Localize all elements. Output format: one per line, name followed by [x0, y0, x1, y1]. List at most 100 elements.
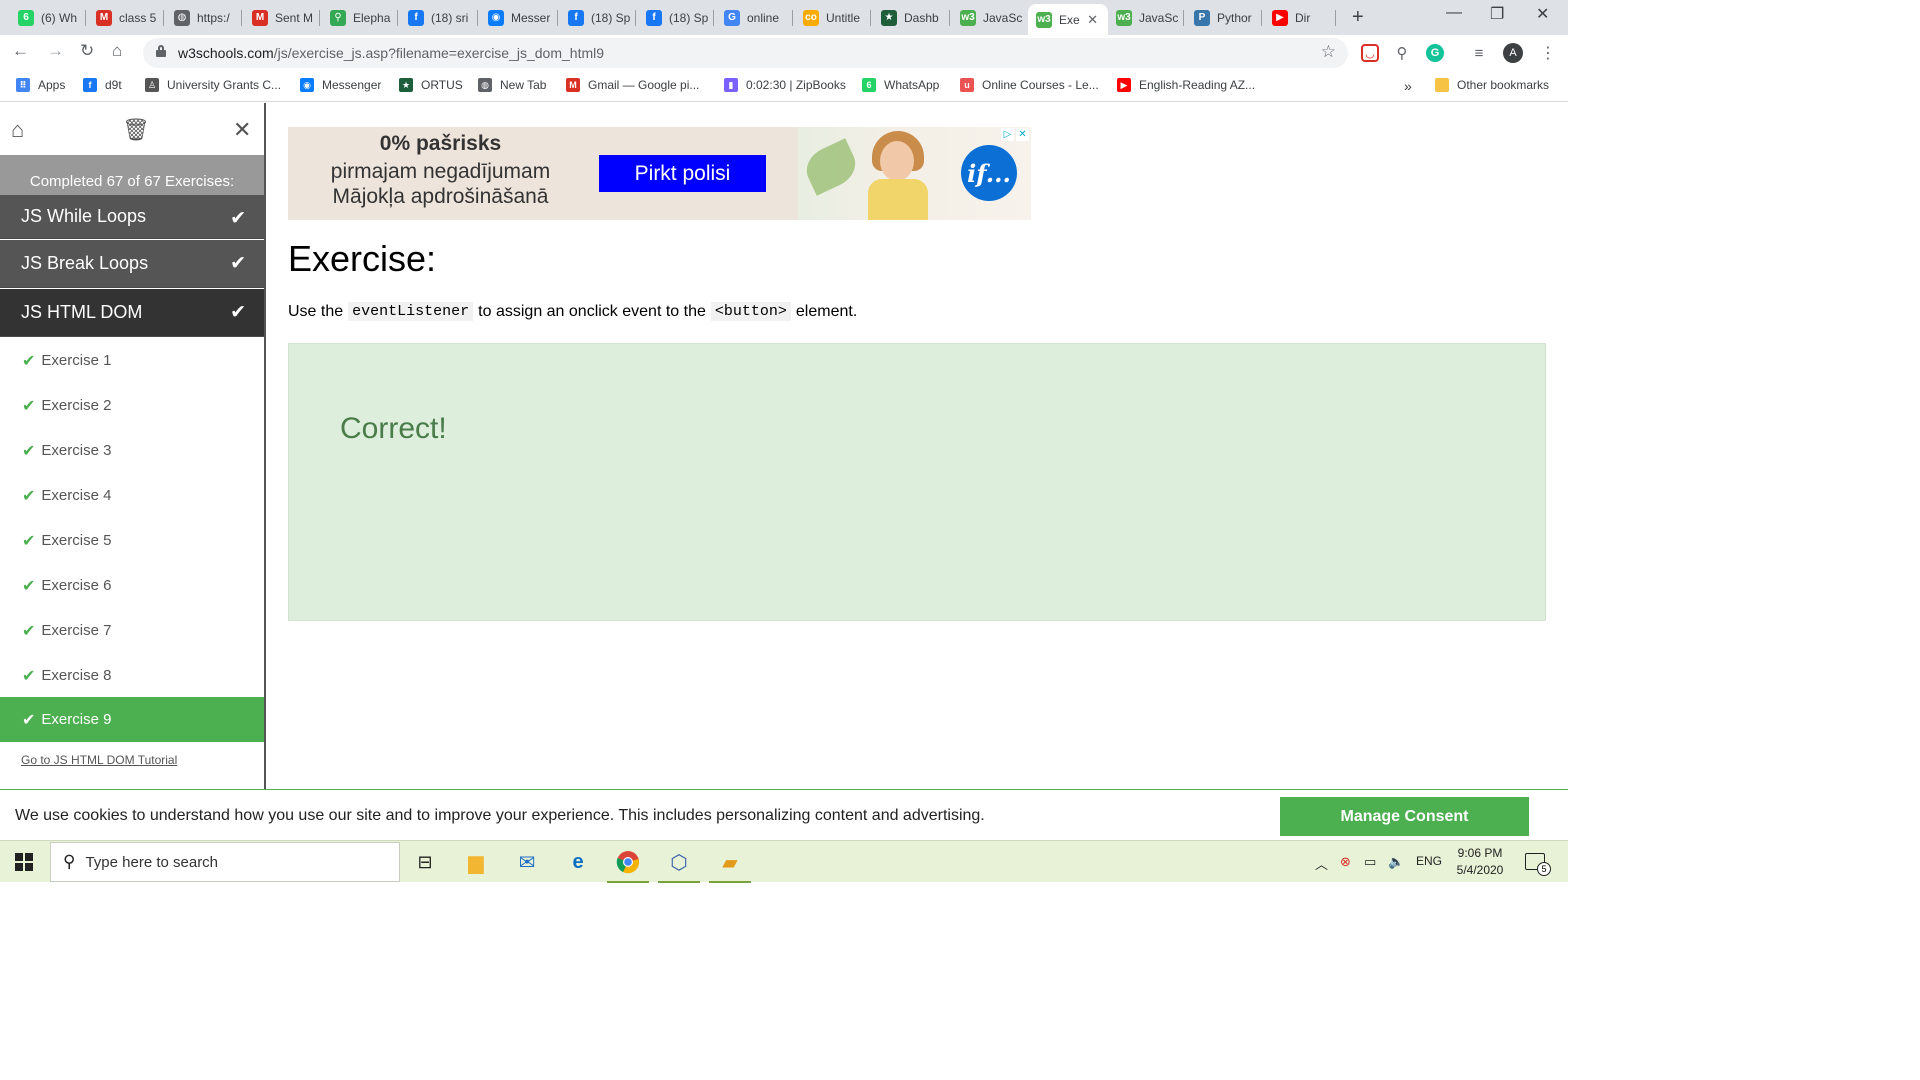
task-view-icon[interactable]: ⊟ [412, 849, 438, 875]
close-tab-icon[interactable]: ✕ [1087, 12, 1098, 28]
adchoices-icon[interactable]: ▷ [1001, 128, 1014, 141]
virtualbox-icon[interactable]: ⬡ [658, 849, 700, 883]
w3schools-icon: w3 [1116, 9, 1132, 26]
language-indicator[interactable]: ENG [1416, 854, 1442, 868]
minimize-icon[interactable]: — [1446, 4, 1462, 22]
checkmark-icon: ✔ [230, 208, 246, 229]
home-icon[interactable]: ⌂ [11, 117, 24, 143]
exercise-link-5[interactable]: ✔ Exercise 5 [0, 518, 264, 563]
action-center-icon[interactable]: 5 [1525, 853, 1551, 876]
browser-tab[interactable]: 6 (6) Wh [10, 4, 86, 31]
chrome-icon[interactable] [607, 849, 649, 883]
exercise-link-6[interactable]: ✔ Exercise 6 [0, 563, 264, 608]
tab-separator [1261, 10, 1262, 26]
bookmark-item[interactable]: ⠿ Apps [16, 78, 65, 92]
exercise-link-9[interactable]: ✔ Exercise 9 [0, 697, 264, 742]
browser-tab[interactable]: f (18) Sp [638, 4, 714, 31]
bookmark-item[interactable]: ♙ University Grants C... [145, 78, 281, 92]
back-icon[interactable]: ← [12, 41, 29, 61]
windows-start-icon[interactable] [15, 853, 33, 871]
profile-avatar[interactable]: A [1503, 43, 1523, 63]
system-clock[interactable]: 9:06 PM 5/4/2020 [1450, 845, 1510, 879]
bookmark-star-icon[interactable]: ☆ [1321, 42, 1336, 62]
browser-tab[interactable]: w3 JavaSc [1108, 4, 1184, 31]
tutorial-link[interactable]: Go to JS HTML DOM Tutorial [21, 753, 177, 767]
browser-tab[interactable]: co Untitle [795, 4, 871, 31]
lock-icon[interactable] [156, 45, 166, 57]
browser-tab[interactable]: ◉ Messer [480, 4, 558, 31]
exercise-link-4[interactable]: ✔ Exercise 4 [0, 473, 264, 518]
forward-icon[interactable]: → [47, 41, 64, 61]
bookmark-item[interactable]: ▮ 0:02:30 | ZipBooks [724, 78, 846, 92]
maps-icon: ⚲ [330, 9, 346, 26]
browser-tab[interactable]: ◍ https:/ [166, 4, 242, 31]
trash-icon[interactable]: 🗑 [122, 117, 150, 143]
bookmark-item[interactable]: ◍ New Tab [478, 78, 546, 92]
tab-label: Untitle [826, 10, 861, 25]
bookmark-item[interactable]: ▶ English-Reading AZ... [1117, 78, 1255, 92]
address-bar[interactable]: w3schools.com/js/exercise_js.asp?filenam… [143, 38, 1348, 68]
ugc-icon: ♙ [145, 78, 159, 92]
browser-tab[interactable]: M Sent M [244, 4, 320, 31]
python-icon: P [1194, 9, 1210, 26]
browser-tab[interactable]: ★ Dashb [873, 4, 950, 31]
taskbar-search[interactable]: ⚲ Type here to search [50, 842, 400, 882]
close-window-icon[interactable]: ✕ [1536, 4, 1549, 24]
bookmark-item[interactable]: u Online Courses - Le... [960, 78, 1099, 92]
browser-tab[interactable]: ⚲ Elepha [322, 4, 398, 31]
bookmark-item[interactable]: f d9t [83, 78, 122, 92]
battery-icon[interactable]: ▭ [1364, 854, 1376, 870]
bookmark-other[interactable]: Other bookmarks [1435, 78, 1549, 92]
pocket-extension-icon[interactable]: ◡ [1361, 44, 1379, 62]
browser-tab[interactable]: Gonline [716, 4, 793, 31]
grammarly-extension-icon[interactable]: G [1426, 44, 1444, 62]
close-icon[interactable]: ✕ [233, 117, 251, 143]
volume-icon[interactable]: 🔈 [1388, 854, 1404, 870]
browser-tab[interactable]: f (18) sri [400, 4, 478, 31]
messenger-icon: ◉ [300, 78, 314, 92]
bookmark-item[interactable]: 6 WhatsApp [862, 78, 939, 92]
bookmark-item[interactable]: ◉ Messenger [300, 78, 381, 92]
browser-tab[interactable]: f (18) Sp [560, 4, 636, 31]
instruction-text: Use the [288, 302, 344, 320]
sidebar-item-html-dom[interactable]: JS HTML DOM ✔ [0, 289, 264, 337]
exercise-link-8[interactable]: ✔ Exercise 8 [0, 653, 264, 698]
bookmark-label: Online Courses - Le... [982, 78, 1099, 92]
browser-tab[interactable]: P Pythor [1186, 4, 1262, 31]
advertisement-banner[interactable]: 0% pašrisks pirmajam negadījumam Mājokļa… [288, 127, 1031, 220]
bookmark-item[interactable]: ★ ORTUS [399, 78, 463, 92]
exercise-link-7[interactable]: ✔ Exercise 7 [0, 608, 264, 653]
new-tab-icon[interactable]: + [1352, 6, 1364, 29]
chrome-menu-icon[interactable]: ⋮ [1540, 43, 1556, 63]
reload-icon[interactable]: ↻ [80, 41, 94, 61]
location-extension-icon[interactable]: ⚲ [1393, 44, 1411, 62]
exercise-link-1[interactable]: ✔ Exercise 1 [0, 338, 264, 383]
close-ad-icon[interactable]: ✕ [1016, 128, 1029, 141]
facebook-icon: f [408, 9, 424, 26]
sublime-icon[interactable]: ▰ [709, 849, 751, 883]
file-explorer-icon[interactable]: ▆ [463, 849, 489, 875]
sidebar-item-while-loops[interactable]: JS While Loops ✔ [0, 195, 264, 239]
bookmark-item[interactable]: M Gmail — Google pi... [566, 78, 699, 92]
manage-consent-button[interactable]: Manage Consent [1280, 797, 1529, 836]
home-icon[interactable]: ⌂ [112, 41, 122, 61]
show-hidden-icons[interactable]: ︿ [1315, 854, 1328, 873]
more-bookmarks-icon[interactable]: » [1404, 78, 1412, 94]
sidebar-item-break-loops[interactable]: JS Break Loops ✔ [0, 240, 264, 288]
url-text[interactable]: w3schools.com/js/exercise_js.asp?filenam… [178, 45, 604, 61]
ad-choices[interactable]: ▷ ✕ [1001, 128, 1029, 141]
edge-icon[interactable]: e [565, 849, 591, 875]
check-icon: ✔ [22, 352, 36, 370]
browser-tab[interactable]: w3 JavaSc [952, 4, 1028, 31]
browser-tab[interactable]: Mclass 5 [88, 4, 164, 31]
mail-icon[interactable]: ✉ [514, 849, 540, 875]
ad-cta-button[interactable]: Pirkt polisi [599, 155, 766, 192]
maximize-icon[interactable]: ❐ [1490, 4, 1504, 24]
network-error-icon[interactable]: ⊗ [1340, 854, 1351, 870]
url-host: w3schools.com [178, 45, 274, 61]
media-control-icon[interactable]: ≡ [1470, 44, 1488, 62]
browser-tab[interactable]: ▶ Dir [1264, 4, 1336, 31]
exercise-link-3[interactable]: ✔ Exercise 3 [0, 428, 264, 473]
browser-tab[interactable]: w3 Exe ✕ [1028, 4, 1108, 35]
exercise-link-2[interactable]: ✔ Exercise 2 [0, 383, 264, 428]
